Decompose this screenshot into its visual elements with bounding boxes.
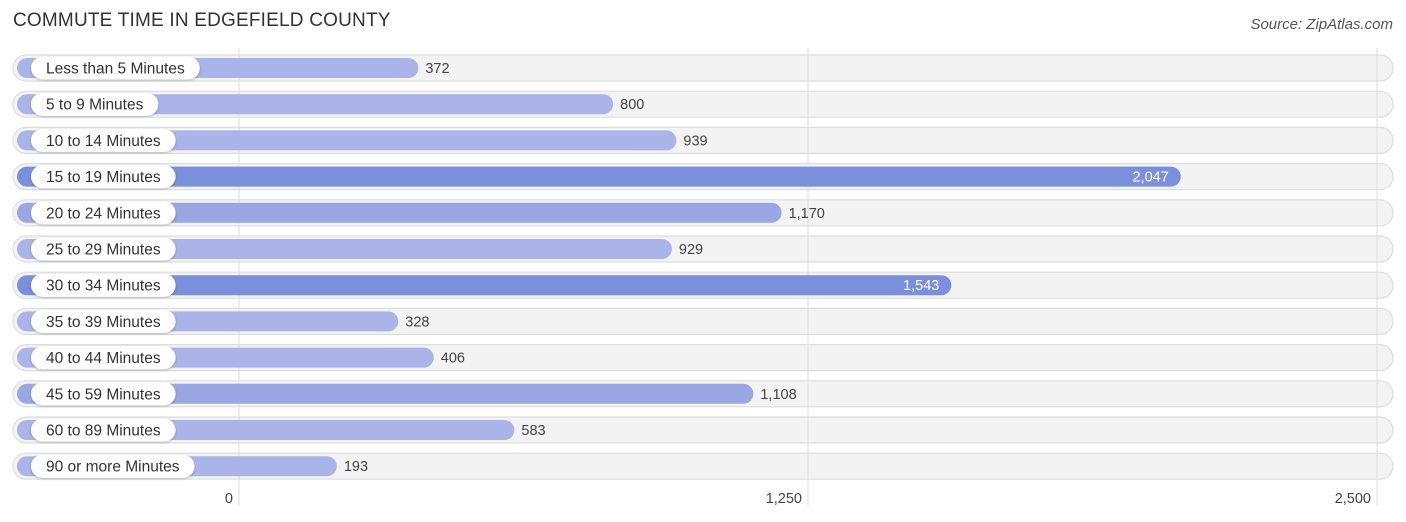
value-label: 2,047 bbox=[1132, 170, 1168, 186]
bar bbox=[17, 166, 1181, 187]
category-label: 10 to 14 Minutes bbox=[46, 133, 161, 150]
value-label: 1,108 bbox=[760, 387, 796, 403]
value-label: 583 bbox=[521, 423, 545, 439]
category-label: 60 to 89 Minutes bbox=[46, 423, 161, 440]
x-tick-label: 0 bbox=[225, 491, 233, 507]
x-tick-label: 2,500 bbox=[1335, 491, 1371, 507]
value-label: 1,543 bbox=[903, 278, 939, 294]
category-label: 20 to 24 Minutes bbox=[46, 205, 161, 222]
value-label: 929 bbox=[679, 242, 703, 258]
bar-chart: Less than 5 Minutes 372 5 to 9 Minutes 800 1… bbox=[12, 48, 1394, 507]
category-label: 5 to 9 Minutes bbox=[46, 97, 144, 114]
category-label: 35 to 39 Minutes bbox=[46, 314, 161, 331]
value-label: 1,170 bbox=[789, 206, 825, 222]
category-label: 30 to 34 Minutes bbox=[46, 278, 161, 295]
category-label: 90 or more Minutes bbox=[46, 459, 180, 476]
category-label: 15 to 19 Minutes bbox=[46, 169, 161, 186]
category-label: 40 to 44 Minutes bbox=[46, 350, 161, 367]
value-label: 372 bbox=[425, 61, 449, 77]
value-label: 800 bbox=[620, 97, 644, 113]
value-label: 328 bbox=[405, 314, 429, 330]
value-label: 193 bbox=[344, 459, 368, 475]
value-label: 939 bbox=[683, 133, 707, 149]
x-tick-label: 1,250 bbox=[766, 491, 802, 507]
category-label: 25 to 29 Minutes bbox=[46, 242, 161, 259]
category-label: Less than 5 Minutes bbox=[46, 61, 185, 78]
value-label: 406 bbox=[441, 351, 465, 367]
category-label: 45 to 59 Minutes bbox=[46, 386, 161, 403]
